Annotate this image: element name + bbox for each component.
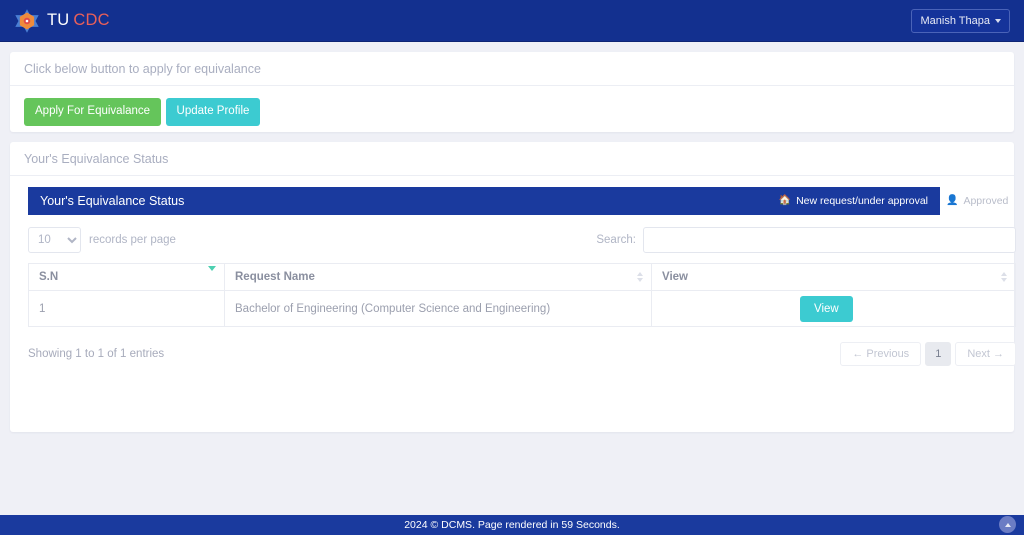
page-footer: 2024 © DCMS. Page rendered in 59 Seconds… [0, 515, 1024, 535]
pagination: ← Previous 1 Next → [840, 342, 1016, 366]
column-header-sn-label: S.N [39, 271, 59, 283]
tab-new-request-under-approval[interactable]: 🏠 New request/under approval [779, 195, 928, 207]
status-panel-bar: Your's Equivalance Status 🏠 New request/… [28, 187, 940, 215]
apply-for-equivalance-button[interactable]: Apply For Equivalance [24, 98, 162, 126]
search-input[interactable] [643, 227, 1016, 253]
status-card: Your's Equivalance Status Your's Equival… [10, 142, 1016, 432]
star-logo-icon [14, 8, 40, 34]
search-control: Search: [596, 227, 1016, 253]
sort-desc-icon [208, 266, 216, 283]
pagination-next[interactable]: Next → [955, 342, 1016, 366]
column-header-view-label: View [662, 271, 688, 283]
tab-new-request-label: New request/under approval [796, 195, 928, 207]
brand-tu-label: TU [47, 11, 70, 29]
tab-approved-label: Approved [963, 195, 1009, 207]
caret-down-icon [995, 18, 1001, 23]
footer-text: 2024 © DCMS. Page rendered in 59 Seconds… [404, 519, 620, 531]
apply-card-heading: Click below button to apply for equivala… [10, 52, 1014, 86]
table-header-row: S.N Request Name View [28, 263, 1016, 291]
user-menu-button[interactable]: Manish Thapa [911, 8, 1010, 33]
tab-approved[interactable]: 👤 Approved [946, 187, 1008, 215]
user-menu-label: Manish Thapa [920, 14, 990, 27]
cell-sn: 1 [28, 290, 225, 327]
cell-request-name: Bachelor of Engineering (Computer Scienc… [224, 290, 652, 327]
sort-both-icon [637, 272, 643, 282]
entries-info: Showing 1 to 1 of 1 entries [28, 348, 165, 360]
scroll-to-top-button[interactable] [999, 516, 1016, 533]
page-length-control: 10 25 50 100 records per page [28, 227, 176, 253]
table-body: 1 Bachelor of Engineering (Computer Scie… [28, 290, 1016, 327]
records-per-page-select[interactable]: 10 25 50 100 [28, 227, 81, 253]
table-head: S.N Request Name View [28, 263, 1016, 291]
column-header-view[interactable]: View [651, 263, 1016, 291]
apply-card-body: Apply For Equivalance Update Profile [10, 86, 1014, 138]
brand[interactable]: TU CDC [14, 8, 110, 34]
records-per-page-label: records per page [89, 234, 176, 246]
search-label: Search: [596, 234, 636, 246]
status-panel-title: Your's Equivalance Status [40, 194, 185, 208]
column-header-request-name[interactable]: Request Name [224, 263, 652, 291]
table-row: 1 Bachelor of Engineering (Computer Scie… [28, 290, 1016, 327]
equivalance-status-table: S.N Request Name View 1 Bachelor of Engi… [28, 263, 1016, 327]
status-card-heading: Your's Equivalance Status [10, 142, 1014, 176]
apply-card: Click below button to apply for equivala… [10, 52, 1014, 132]
top-navbar: TU CDC Manish Thapa [0, 0, 1024, 42]
datatable-footer: Showing 1 to 1 of 1 entries ← Previous 1… [28, 342, 1016, 366]
pagination-previous[interactable]: ← Previous [840, 342, 922, 366]
column-header-request-name-label: Request Name [235, 271, 315, 283]
user-icon: 👤 [946, 195, 959, 206]
update-profile-button[interactable]: Update Profile [165, 98, 261, 126]
cell-view: View [651, 290, 1016, 327]
brand-cdc-label: CDC [73, 11, 110, 29]
column-header-sn[interactable]: S.N [28, 263, 225, 291]
sort-both-icon [1001, 272, 1007, 282]
pagination-page-1[interactable]: 1 [925, 342, 952, 366]
datatable-controls: 10 25 50 100 records per page Search: [28, 225, 1016, 255]
datatable-container: 10 25 50 100 records per page Search: S.… [28, 225, 1016, 366]
arrow-up-icon [1004, 522, 1011, 527]
view-button[interactable]: View [800, 295, 853, 322]
home-icon: 🏠 [778, 195, 792, 206]
